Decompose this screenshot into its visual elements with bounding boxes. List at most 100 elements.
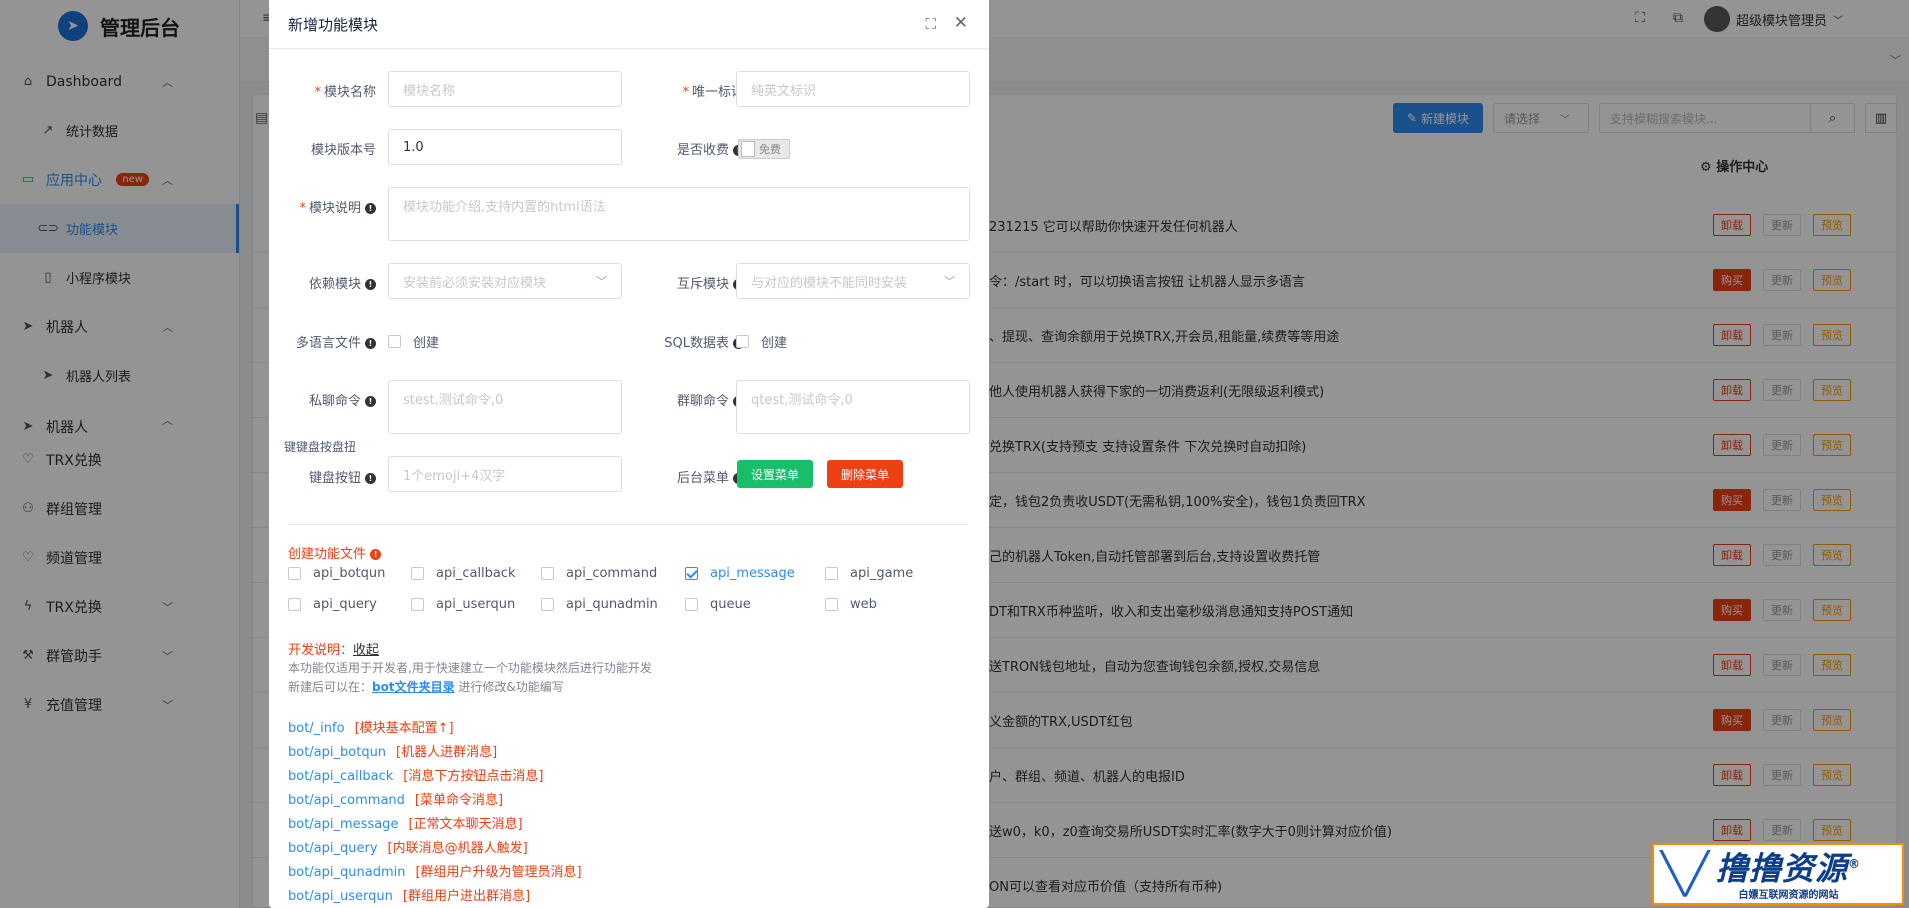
collapse-link[interactable]: 收起 xyxy=(353,643,379,658)
api-doc-desc: [正常文本聊天消息] xyxy=(408,817,523,832)
file-checkbox-web[interactable]: web xyxy=(825,597,877,612)
file-checkbox-api-message[interactable]: api_message xyxy=(685,566,795,581)
dev-title: 开发说明： xyxy=(288,643,354,658)
dev-notes-title: 开发说明：收起 xyxy=(288,639,379,658)
keyboard-label: 键盘按钮! xyxy=(287,467,376,486)
file-checkbox-label: api_message xyxy=(710,566,795,581)
module-uid-input[interactable]: 纯英文标识 xyxy=(736,71,970,107)
keyboard-button-input[interactable]: 1个emoji+4汉字 xyxy=(388,456,622,492)
mutex-select[interactable]: 与对应的模块不能同时安装 ﹀ xyxy=(736,263,970,299)
help-icon: ! xyxy=(370,549,382,560)
api-doc-line: bot/api_qunadmin [群组用户升级为管理员消息] xyxy=(288,861,582,880)
file-checkbox-api-qunadmin[interactable]: api_qunadmin xyxy=(541,597,658,612)
api-doc-path: bot/api_message xyxy=(288,817,399,832)
checkbox-box xyxy=(288,567,301,580)
lang-create-checkbox[interactable]: 创建 xyxy=(388,332,439,351)
api-doc-desc: [模块基本配置↑] xyxy=(354,721,454,736)
lang-label: 多语言文件! xyxy=(287,332,376,351)
divider xyxy=(288,524,968,525)
watermark-subtitle: 白嫖互联网资源的网站 xyxy=(1738,889,1839,901)
file-checkbox-api-game[interactable]: api_game xyxy=(825,566,913,581)
bot-folder-link[interactable]: bot文件夹目录 xyxy=(372,680,455,694)
module-desc-textarea[interactable]: 模块功能介绍,支持内置的html语法 xyxy=(388,187,970,241)
api-doc-path: bot/_info xyxy=(288,721,345,736)
api-doc-path: bot/api_qunadmin xyxy=(288,865,406,880)
file-checkbox-label: api_callback xyxy=(436,566,516,581)
switch-knob xyxy=(741,141,755,157)
file-checkbox-label: api_query xyxy=(313,597,377,612)
uid-label: * 唯一标识 xyxy=(682,85,744,100)
checkbox-box xyxy=(288,598,301,611)
api-doc-line: bot/api_command [菜单命令消息] xyxy=(288,789,503,808)
checkbox-box xyxy=(825,567,838,580)
checkbox-box xyxy=(685,598,698,611)
watermark-title: 撸撸资源® xyxy=(1716,847,1861,886)
help-icon: ! xyxy=(365,473,376,484)
file-checkbox-label: api_botqun xyxy=(313,566,386,581)
file-checkbox-api-callback[interactable]: api_callback xyxy=(411,566,516,581)
checkbox-box xyxy=(411,598,424,611)
api-doc-line: bot/api_message [正常文本聊天消息] xyxy=(288,813,523,832)
chevron-down-icon: ﹀ xyxy=(944,275,955,288)
watermark-reg: ® xyxy=(1848,857,1862,872)
chevron-down-icon: ﹀ xyxy=(596,275,607,288)
charge-switch[interactable]: 免费 xyxy=(738,139,790,159)
dev-note-line2: 新建后可以在：bot文件夹目录 进行修改&功能编写 xyxy=(288,678,564,695)
module-version-value: 1.0 xyxy=(403,139,424,155)
version-label: 模块版本号 xyxy=(310,143,376,158)
watermark-mark-icon: ╲╱ xyxy=(1660,851,1710,897)
api-doc-path: bot/api_callback xyxy=(288,769,394,784)
private-cmd-placeholder: stest,测试命令,0 xyxy=(403,393,504,408)
checkbox-box xyxy=(411,567,424,580)
api-doc-desc: [内联消息@机器人触发] xyxy=(387,841,528,856)
checkbox-box xyxy=(685,567,698,580)
desc-label: * 模块说明! xyxy=(287,197,376,216)
api-doc-line: bot/api_callback [消息下方按钮点击消息] xyxy=(288,765,543,784)
lang-create-label: 创建 xyxy=(413,336,440,351)
charge-label: 是否收费! xyxy=(639,139,744,158)
private-cmd-textarea[interactable]: stest,测试命令,0 xyxy=(388,380,622,434)
maximize-icon[interactable]: ⛶ xyxy=(925,15,936,33)
module-name-input[interactable]: 模块名称 xyxy=(388,71,622,107)
dev-note-suffix: 进行修改&功能编写 xyxy=(454,680,564,694)
group-cmd-textarea[interactable]: qtest,测试命令,0 xyxy=(736,380,970,434)
menu-label: 后台菜单! xyxy=(639,467,744,486)
module-name-placeholder: 模块名称 xyxy=(403,83,456,99)
keyboard-placeholder: 1个emoji+4汉字 xyxy=(403,468,506,484)
sql-create-label: 创建 xyxy=(761,336,788,351)
depend-select[interactable]: 安装前必须安装对应模块 ﹀ xyxy=(388,263,622,299)
set-menu-button[interactable]: 设置菜单 xyxy=(737,460,814,488)
close-icon[interactable]: ✕ xyxy=(954,13,968,33)
module-version-input[interactable]: 1.0 xyxy=(388,129,622,165)
file-checkbox-api-command[interactable]: api_command xyxy=(541,566,657,581)
private-cmd-label: 私聊命令! xyxy=(287,390,376,409)
sql-create-checkbox[interactable]: 创建 xyxy=(736,332,787,351)
depend-placeholder: 安装前必须安装对应模块 xyxy=(403,275,547,291)
api-doc-line: bot/api_query [内联消息@机器人触发] xyxy=(288,837,528,856)
file-checkbox-api-query[interactable]: api_query xyxy=(288,597,377,612)
file-checkbox-label: api_command xyxy=(566,566,658,581)
file-checkbox-label: web xyxy=(850,597,877,612)
watermark-logo: ╲╱ 撸撸资源® 白嫖互联网资源的网站 xyxy=(1652,843,1904,905)
charge-switch-label: 免费 xyxy=(759,143,781,156)
delete-menu-button[interactable]: 删除菜单 xyxy=(827,460,904,488)
api-doc-desc: [群组用户升级为管理员消息] xyxy=(415,865,582,880)
checkbox-box xyxy=(736,335,749,348)
api-doc-path: bot/api_botqun xyxy=(288,745,387,760)
api-doc-path: bot/api_command xyxy=(288,793,405,808)
help-icon: ! xyxy=(365,338,376,349)
file-checkbox-api-botqun[interactable]: api_botqun xyxy=(288,566,385,581)
api-doc-line: bot/api_botqun [机器人进群消息] xyxy=(288,741,497,760)
dialog-title: 新增功能模块 xyxy=(288,15,379,34)
api-doc-desc: [消息下方按钮点击消息] xyxy=(403,769,544,784)
api-doc-path: bot/api_query xyxy=(288,841,378,856)
checkbox-box xyxy=(541,567,554,580)
api-doc-desc: [菜单命令消息] xyxy=(414,793,504,808)
name-label: * 模块名称 xyxy=(314,85,376,100)
checkbox-box xyxy=(825,598,838,611)
file-checkbox-label: api_qunadmin xyxy=(566,597,658,612)
file-checkbox-api-userqun[interactable]: api_userqun xyxy=(411,597,515,612)
file-checkbox-label: api_game xyxy=(850,566,914,581)
dialog-header: 新增功能模块 ⛶ ✕ xyxy=(269,0,989,49)
file-checkbox-queue[interactable]: queue xyxy=(685,597,751,612)
